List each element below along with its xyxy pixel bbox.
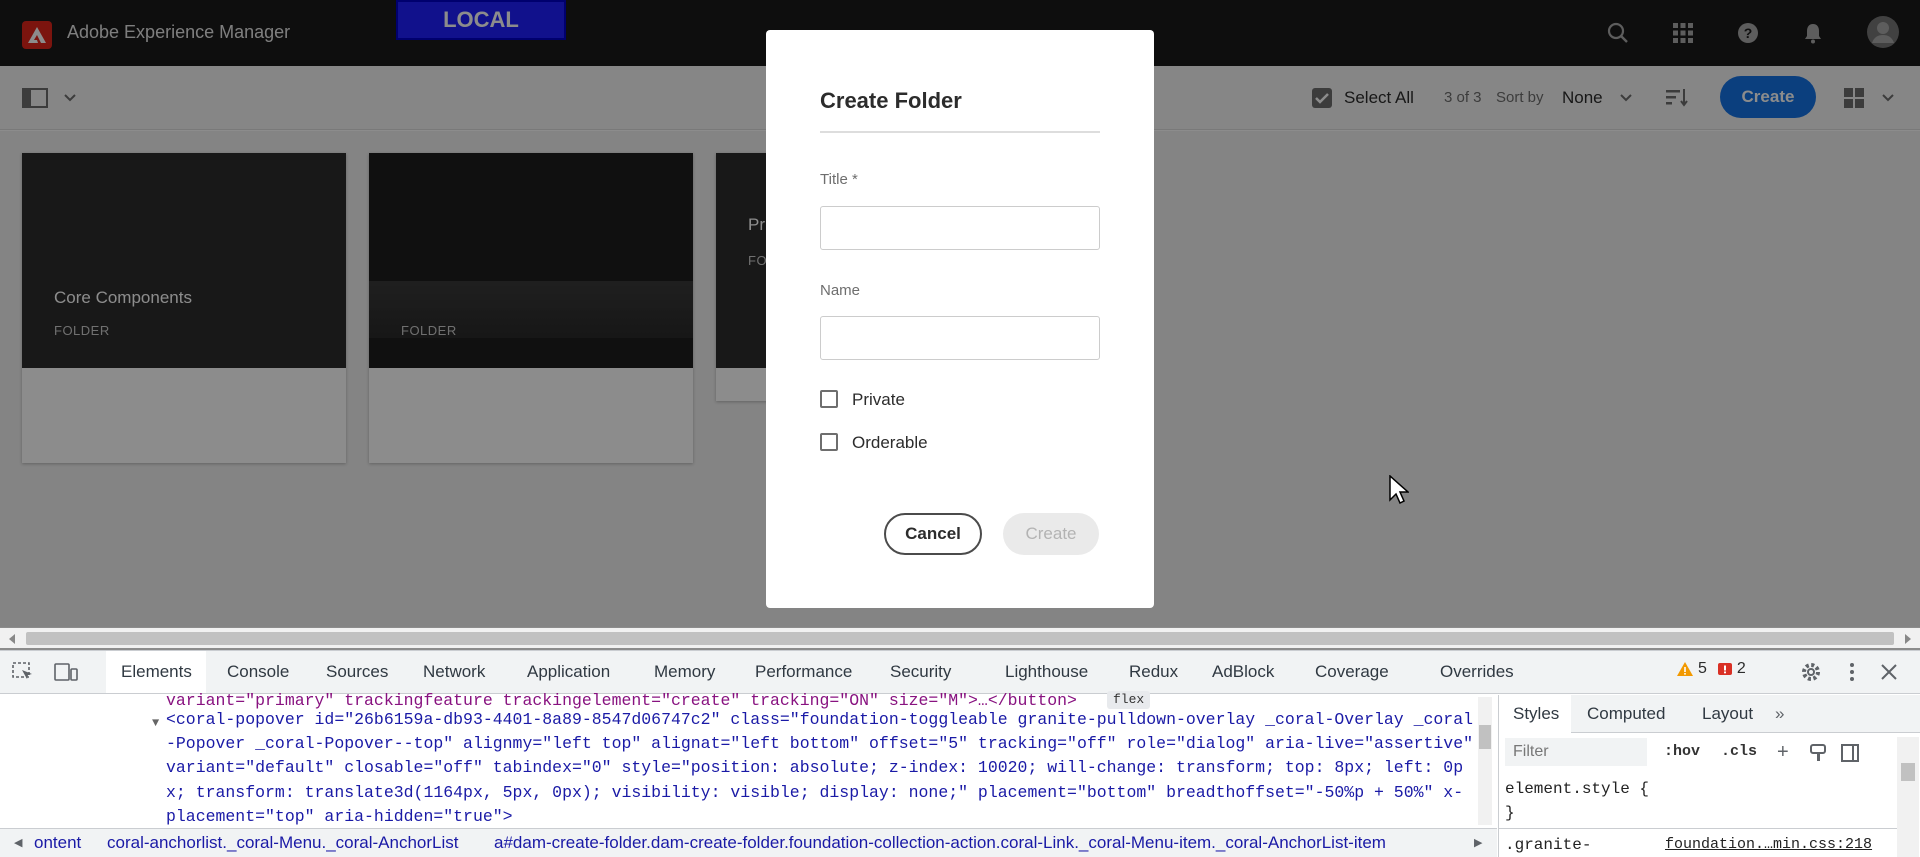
tab-styles[interactable]: Styles <box>1513 704 1559 724</box>
orderable-checkbox[interactable] <box>820 433 838 451</box>
breadcrumb-item[interactable]: ontent <box>34 833 81 853</box>
create-folder-dialog: Create Folder Title * Name Private Order… <box>766 30 1154 608</box>
scrollbar-thumb[interactable] <box>26 632 1894 645</box>
code-line: -Popover _coral-Popover--top" alignmy="l… <box>166 734 1474 753</box>
device-toolbar-icon[interactable] <box>54 662 78 687</box>
inspect-element-icon[interactable] <box>12 662 34 687</box>
breadcrumb-left-arrow-icon[interactable]: ◀ <box>14 836 22 849</box>
tab-overrides[interactable]: Overrides <box>1440 662 1514 682</box>
breadcrumb-item-selected[interactable]: a#dam-create-folder.dam-create-folder.fo… <box>494 833 1386 853</box>
elements-tree[interactable]: variant="primary" trackingfeature tracki… <box>0 691 1495 826</box>
name-label: Name <box>820 282 861 299</box>
warning-icon <box>1677 662 1693 676</box>
error-count: 2 <box>1736 660 1746 677</box>
close-devtools-icon[interactable] <box>1880 663 1898 686</box>
dialog-create-button[interactable]: Create <box>1003 513 1099 555</box>
styles-filter-input[interactable]: Filter <box>1505 738 1647 766</box>
code-line: placement="top" aria-hidden="true"> <box>166 807 513 826</box>
warning-counter[interactable]: 5 2 <box>1676 660 1746 678</box>
more-tabs-icon[interactable]: » <box>1775 704 1784 724</box>
tab-performance[interactable]: Performance <box>755 662 852 682</box>
tab-memory[interactable]: Memory <box>654 662 715 682</box>
warning-count: 5 <box>1698 660 1707 677</box>
styles-vscrollbar[interactable] <box>1897 737 1919 857</box>
code-line: <coral-popover id="26b6159a-db93-4401-8a… <box>166 710 1474 729</box>
rule-divider <box>1499 828 1897 829</box>
styles-vscroll-thumb[interactable] <box>1901 763 1915 781</box>
private-checkbox[interactable] <box>820 390 838 408</box>
code-line: variant="default" closable="off" tabinde… <box>166 758 1464 777</box>
orderable-label[interactable]: Orderable <box>852 433 928 453</box>
tab-security[interactable]: Security <box>890 662 951 682</box>
flex-badge[interactable]: flex <box>1107 691 1151 709</box>
error-icon <box>1717 663 1732 675</box>
settings-gear-icon[interactable] <box>1800 661 1822 688</box>
tab-lighthouse[interactable]: Lighthouse <box>1005 662 1088 682</box>
tab-layout[interactable]: Layout <box>1702 704 1753 724</box>
tab-console[interactable]: Console <box>227 662 289 682</box>
hov-toggle[interactable]: :hov <box>1664 743 1700 760</box>
code-line: x; transform: translate3d(1164px, 5px, 0… <box>166 783 1464 802</box>
private-label[interactable]: Private <box>852 390 905 410</box>
tab-coverage[interactable]: Coverage <box>1315 662 1389 682</box>
styles-pane: Styles Computed Layout » Filter :hov .cl… <box>1498 695 1920 857</box>
expand-triangle-icon[interactable]: ▼ <box>152 711 159 736</box>
elements-vscrollbar[interactable] <box>1478 697 1492 825</box>
cancel-button[interactable]: Cancel <box>884 513 982 555</box>
dialog-divider <box>820 131 1100 133</box>
stylesheet-source-link[interactable]: foundation.…min.css:218 <box>1665 836 1872 853</box>
breadcrumb-right-arrow-icon[interactable]: ▶ <box>1474 836 1482 849</box>
elements-vscroll-thumb[interactable] <box>1479 725 1491 749</box>
cls-toggle[interactable]: .cls <box>1721 743 1757 760</box>
more-options-icon[interactable] <box>1848 661 1856 688</box>
breadcrumb-item[interactable]: coral-anchorlist._coral-Menu._coral-Anch… <box>107 833 458 853</box>
tab-elements[interactable]: Elements <box>121 662 192 682</box>
element-style-close: } <box>1505 804 1515 822</box>
name-input[interactable] <box>820 316 1100 360</box>
granite-rule-selector[interactable]: .granite- <box>1505 836 1591 854</box>
element-style-selector[interactable]: element.style { <box>1505 780 1649 798</box>
tab-network[interactable]: Network <box>423 662 485 682</box>
scroll-left-arrow-icon[interactable] <box>7 632 17 650</box>
tab-application[interactable]: Application <box>527 662 610 682</box>
title-label: Title * <box>820 171 858 188</box>
dialog-title: Create Folder <box>820 88 962 113</box>
devtools-breadcrumb: ◀ ontent coral-anchorlist._coral-Menu._c… <box>0 828 1497 857</box>
scroll-right-arrow-icon[interactable] <box>1903 632 1913 650</box>
paint-brush-icon[interactable] <box>1809 744 1827 767</box>
sidebar-toggle-icon[interactable] <box>1841 744 1859 767</box>
new-rule-icon[interactable]: + <box>1777 741 1789 764</box>
tab-computed[interactable]: Computed <box>1587 704 1665 724</box>
title-input[interactable] <box>820 206 1100 250</box>
tab-adblock[interactable]: AdBlock <box>1212 662 1274 682</box>
mouse-cursor-icon <box>1389 474 1410 510</box>
tab-redux[interactable]: Redux <box>1129 662 1178 682</box>
tab-sources[interactable]: Sources <box>326 662 388 682</box>
